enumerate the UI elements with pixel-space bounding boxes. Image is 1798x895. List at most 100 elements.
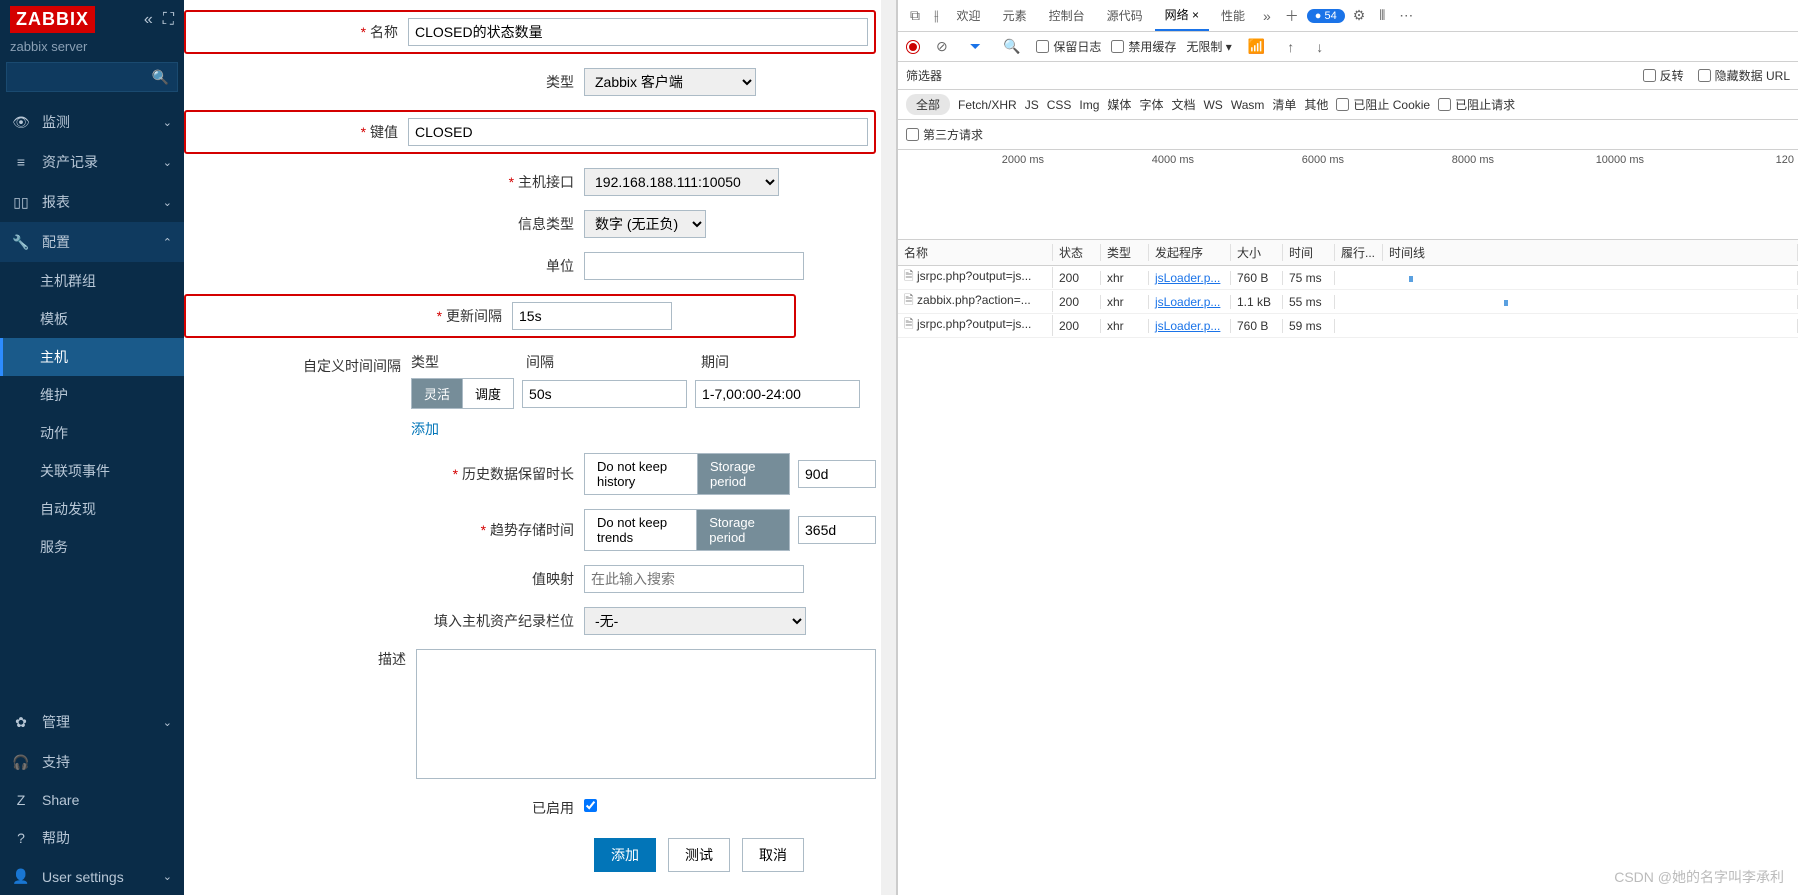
table-row[interactable]: jsrpc.php?output=js...200xhrjsLoader.p..… [898, 314, 1798, 338]
sidebar-item-2[interactable]: 主机 [0, 338, 184, 376]
info-type-select[interactable]: 数字 (无正负) [584, 210, 706, 238]
gear-icon[interactable]: ⚙ [1347, 3, 1372, 28]
res-type-字体[interactable]: 字体 [1139, 96, 1163, 113]
trend-value-input[interactable] [798, 516, 876, 544]
tab-sources[interactable]: 源代码 [1097, 1, 1153, 30]
table-row[interactable]: jsrpc.php?output=js...200xhrjsLoader.p..… [898, 266, 1798, 290]
upload-icon[interactable]: ↑ [1281, 35, 1300, 59]
sidebar-item-7[interactable]: 服务 [0, 528, 184, 566]
table-row[interactable]: zabbix.php?action=...200xhrjsLoader.p...… [898, 290, 1798, 314]
sidebar-item-0[interactable]: 主机群组 [0, 262, 184, 300]
res-type-Fetch/XHR[interactable]: Fetch/XHR [958, 98, 1017, 112]
filter-label[interactable]: 筛选器 [906, 67, 942, 84]
type-select[interactable]: Zabbix 客户端 [584, 68, 756, 96]
unit-input[interactable] [584, 252, 804, 280]
res-type-Wasm[interactable]: Wasm [1231, 98, 1265, 112]
res-type-CSS[interactable]: CSS [1047, 98, 1072, 112]
res-type-Img[interactable]: Img [1079, 98, 1099, 112]
third-party-check[interactable]: 第三方请求 [906, 126, 983, 143]
scrollbar[interactable] [881, 0, 896, 895]
invert-check[interactable]: 反转 [1643, 67, 1684, 84]
hdr-initiator[interactable]: 发起程序 [1149, 244, 1231, 261]
seg-sched[interactable]: 调度 [463, 379, 513, 408]
res-type-JS[interactable]: JS [1025, 98, 1039, 112]
more-tabs-icon[interactable]: » [1257, 4, 1277, 28]
cancel-button[interactable]: 取消 [742, 838, 804, 872]
add-interval-link[interactable]: 添加 [411, 421, 439, 437]
inventory-select[interactable]: -无- [584, 607, 806, 635]
dock-icon[interactable]: ⫴ [1373, 3, 1391, 28]
nav-inventory[interactable]: ≡资产记录⌄ [0, 142, 184, 182]
clear-icon[interactable]: ⊘ [930, 34, 954, 59]
tab-console[interactable]: 控制台 [1039, 1, 1095, 30]
hdr-size[interactable]: 大小 [1231, 244, 1283, 261]
sidebar-item-6[interactable]: 自动发现 [0, 490, 184, 528]
kebab-icon[interactable]: ⋯ [1393, 3, 1419, 28]
sidebar-item-4[interactable]: 动作 [0, 414, 184, 452]
history-period[interactable]: Storage period [698, 454, 789, 494]
tab-performance[interactable]: 性能 [1211, 1, 1255, 30]
res-type-其他[interactable]: 其他 [1304, 96, 1328, 113]
history-nokeep[interactable]: Do not keep history [585, 454, 698, 494]
nav-share[interactable]: ZShare [0, 782, 184, 818]
collapse-icon[interactable]: « [144, 11, 153, 29]
plus-icon[interactable]: ＋ [1279, 2, 1305, 30]
disable-cache[interactable]: 禁用缓存 [1111, 38, 1176, 55]
nav-reports[interactable]: ▯▯报表⌄ [0, 182, 184, 222]
blocked-req-check[interactable]: 已阻止请求 [1438, 96, 1515, 113]
close-icon[interactable]: × [1192, 8, 1199, 22]
hdr-name[interactable]: 名称 [898, 244, 1053, 261]
device-icon[interactable]: ⫲ [928, 3, 945, 28]
download-icon[interactable]: ↓ [1310, 35, 1329, 59]
hdr-type[interactable]: 类型 [1101, 244, 1149, 261]
enabled-checkbox[interactable] [584, 799, 597, 812]
hdr-fulfill[interactable]: 履行... [1335, 244, 1383, 261]
seg-flex[interactable]: 灵活 [412, 379, 463, 408]
test-button[interactable]: 测试 [668, 838, 730, 872]
nav-monitor[interactable]: 👁监测⌄ [0, 102, 184, 142]
add-button[interactable]: 添加 [594, 838, 656, 872]
search-box[interactable]: 🔍 [6, 62, 178, 92]
search-icon[interactable]: 🔍 [997, 34, 1026, 59]
interface-select[interactable]: 192.168.188.111:10050 [584, 168, 779, 196]
timeline[interactable]: 2000 ms4000 ms6000 ms8000 ms10000 ms120 [898, 150, 1798, 240]
sidebar-item-5[interactable]: 关联项事件 [0, 452, 184, 490]
hdr-time[interactable]: 时间 [1283, 244, 1335, 261]
res-type-文档[interactable]: 文档 [1171, 96, 1195, 113]
throttle-select[interactable]: 无限制 ▾ [1186, 38, 1231, 55]
nav-user-settings[interactable]: 👤User settings⌄ [0, 858, 184, 895]
record-icon[interactable] [906, 40, 920, 54]
inspect-icon[interactable]: ⧉ [904, 3, 926, 28]
wifi-icon[interactable]: 📶 [1242, 34, 1271, 59]
sidebar-item-3[interactable]: 维护 [0, 376, 184, 414]
tab-welcome[interactable]: 欢迎 [947, 1, 991, 30]
expand-icon[interactable]: ⛶ [163, 11, 174, 29]
tab-elements[interactable]: 元素 [993, 1, 1037, 30]
zabbix-logo[interactable]: ZABBIX [10, 6, 95, 33]
trend-nokeep[interactable]: Do not keep trends [585, 510, 697, 550]
issues-badge[interactable]: ● 54 [1307, 9, 1345, 23]
blocked-cookie-check[interactable]: 已阻止 Cookie [1336, 96, 1430, 113]
hdr-status[interactable]: 状态 [1053, 244, 1101, 261]
filter-icon[interactable]: ⏷ [964, 34, 987, 59]
res-type-清单[interactable]: 清单 [1272, 96, 1296, 113]
res-type-全部[interactable]: 全部 [906, 94, 950, 115]
interval-period-input[interactable] [695, 380, 860, 408]
nav-config[interactable]: 🔧配置⌃ [0, 222, 184, 262]
history-value-input[interactable] [798, 460, 876, 488]
nav-support[interactable]: 🎧支持 [0, 742, 184, 782]
valuemap-input[interactable] [584, 565, 804, 593]
update-interval-input[interactable] [512, 302, 672, 330]
res-type-WS[interactable]: WS [1203, 98, 1222, 112]
nav-help[interactable]: ?帮助 [0, 818, 184, 858]
trend-period[interactable]: Storage period [697, 510, 789, 550]
nav-admin[interactable]: ✿管理⌄ [0, 702, 184, 742]
interval-value-input[interactable] [522, 380, 687, 408]
desc-textarea[interactable] [416, 649, 876, 779]
hide-data-urls-check[interactable]: 隐藏数据 URL [1698, 67, 1790, 84]
sidebar-item-1[interactable]: 模板 [0, 300, 184, 338]
name-input[interactable] [408, 18, 868, 46]
hdr-waterfall[interactable]: 时间线 [1383, 244, 1798, 261]
key-input[interactable] [408, 118, 868, 146]
preserve-log[interactable]: 保留日志 [1036, 38, 1101, 55]
